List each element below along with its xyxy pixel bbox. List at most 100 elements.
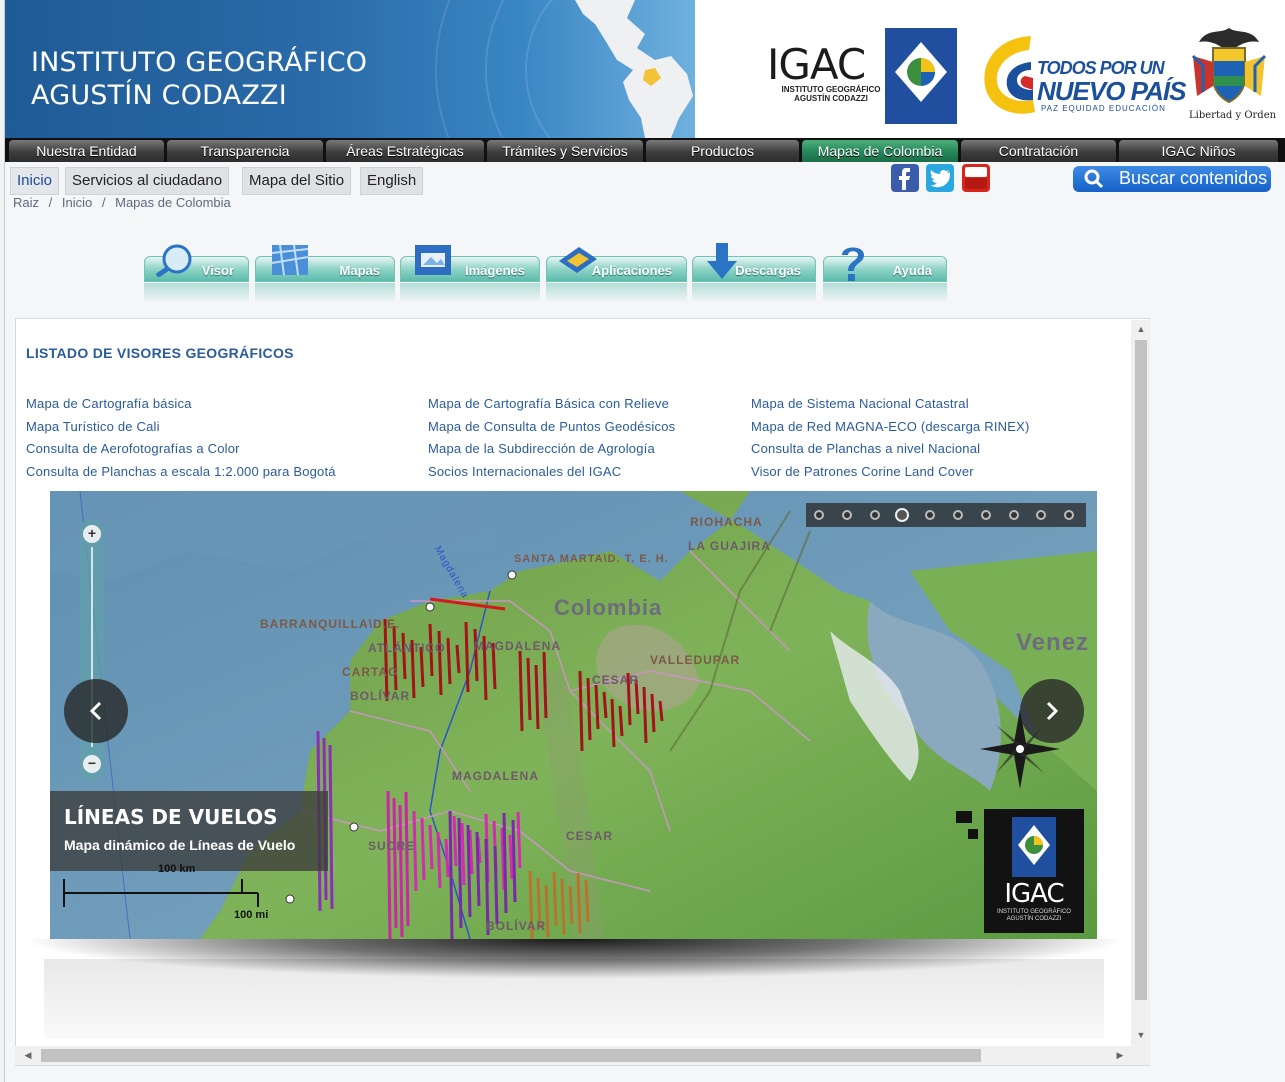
section-aplicaciones-button[interactable]: Aplicaciones xyxy=(546,247,687,303)
section-descargas-button[interactable]: Descargas xyxy=(692,243,816,303)
flight-line xyxy=(642,686,648,744)
section-imagenes-button[interactable]: Imágenes xyxy=(400,245,540,303)
listing-column-1: Mapa de Cartografía básica Mapa Turístic… xyxy=(26,393,336,483)
scroll-up-icon[interactable]: ▲ xyxy=(1135,322,1147,336)
flight-line xyxy=(475,831,481,907)
image-slider[interactable]: RIOHACHA LA GUAJIRA SANTA MARTA\D. T. E.… xyxy=(50,491,1097,939)
viewer-link[interactable]: Consulta de Aerofotografías a Color xyxy=(26,438,336,461)
campaign-logo[interactable]: TODOS POR UN NUEVO PAÍS PAZ EQUIDAD EDUC… xyxy=(979,32,1186,118)
slide-caption: LÍNEAS DE VUELOS Mapa dinámico de Líneas… xyxy=(50,791,328,871)
flight-line xyxy=(584,879,590,923)
flight-line xyxy=(446,637,452,685)
slide-dot[interactable] xyxy=(895,508,910,522)
flight-line xyxy=(544,884,550,938)
viewer-link[interactable]: Socios Internacionales del IGAC xyxy=(428,461,675,484)
nav-item-productos[interactable]: Productos xyxy=(646,140,799,162)
browser-page: INSTITUTO GEOGRÁFICO AGUSTÍN CODAZZI IGA… xyxy=(4,0,1285,1082)
scroll-right-icon[interactable]: ▶ xyxy=(1113,1048,1127,1062)
flight-line xyxy=(650,693,656,733)
flight-line xyxy=(404,791,410,927)
nav-item-igac-ninos[interactable]: IGAC Niños xyxy=(1119,140,1278,162)
nav-item-mapas-de-colombia[interactable]: Mapas de Colombia xyxy=(802,140,958,162)
horizontal-scrollbar[interactable]: ◀ ▶ xyxy=(15,1046,1150,1065)
search-button[interactable]: Buscar contenidos xyxy=(1073,166,1271,192)
viewer-link[interactable]: Consulta de Planchas a nivel Nacional xyxy=(751,438,1030,461)
slide-dot[interactable] xyxy=(869,510,880,520)
flight-line xyxy=(473,628,479,682)
facebook-icon[interactable] xyxy=(891,164,919,192)
slide-title[interactable]: LÍNEAS DE VUELOS xyxy=(64,805,277,829)
header-banner: INSTITUTO GEOGRÁFICO AGUSTÍN CODAZZI IGA… xyxy=(5,0,1285,138)
map-label-valledupar: VALLEDUPAR xyxy=(650,653,741,667)
flight-line xyxy=(401,632,407,680)
igac-logo[interactable]: IGAC INSTITUTO GEOGRÁFICO AGUSTÍN CODAZZ… xyxy=(767,28,957,124)
breadcrumb-raiz[interactable]: Raiz xyxy=(13,195,39,210)
flight-line xyxy=(618,705,624,737)
slide-dot[interactable] xyxy=(980,510,991,520)
flight-line xyxy=(392,625,398,691)
map-label-bolivar-bottom: BOLÍVAR xyxy=(486,919,547,933)
nav-item-areas-estrategicas[interactable]: Áreas Estratégicas xyxy=(326,140,484,162)
sub-link-servicios[interactable]: Servicios al ciudadano xyxy=(65,167,230,195)
nav-item-contratacion[interactable]: Contratación xyxy=(961,140,1116,162)
flight-line xyxy=(594,684,600,730)
flight-line xyxy=(658,700,664,722)
flight-line xyxy=(586,677,592,741)
slider-next-button[interactable] xyxy=(1020,679,1084,743)
slide-pagination xyxy=(806,503,1086,527)
breadcrumb-current[interactable]: Mapas de Colombia xyxy=(115,195,231,210)
viewer-link[interactable]: Mapa de Cartografía Básica con Relieve xyxy=(428,393,675,416)
zoom-in-button[interactable]: + xyxy=(83,525,101,543)
viewer-link[interactable]: Mapa de Sistema Nacional Catastral xyxy=(751,393,1030,416)
igac-logo-subtitle: INSTITUTO GEOGRÁFICO AGUSTÍN CODAZZI xyxy=(781,85,881,103)
viewer-link[interactable]: Mapa de Consulta de Puntos Geodésicos xyxy=(428,416,675,439)
viewer-link[interactable]: Visor de Patrones Corine Land Cover xyxy=(751,461,1030,484)
slide-dot[interactable] xyxy=(814,510,824,520)
viewer-link[interactable]: Mapa de la Subdirección de Agrología xyxy=(428,438,675,461)
nav-item-tramites[interactable]: Trámites y Servicios xyxy=(487,140,643,162)
scroll-down-icon[interactable]: ▼ xyxy=(1135,1028,1147,1042)
slider-prev-button[interactable] xyxy=(64,679,128,743)
section-mapas-button[interactable]: Mapas xyxy=(255,244,395,303)
sub-link-mapa-sitio[interactable]: Mapa del Sitio xyxy=(242,167,352,195)
section-visor-button[interactable]: Visor xyxy=(144,244,249,303)
sub-link-inicio[interactable]: Inicio xyxy=(10,167,60,195)
sub-link-english[interactable]: English xyxy=(360,167,424,195)
slide-dot[interactable] xyxy=(841,510,852,520)
viewer-link[interactable]: Mapa de Red MAGNA-ECO (descarga RINEX) xyxy=(751,416,1030,439)
youtube-icon[interactable] xyxy=(962,164,990,192)
nav-item-transparencia[interactable]: Transparencia xyxy=(167,140,323,162)
coat-of-arms[interactable]: Libertad y Orden xyxy=(1189,26,1277,126)
viewer-link[interactable]: Mapa Turístico de Cali xyxy=(26,416,336,439)
vertical-scroll-thumb[interactable] xyxy=(1135,340,1147,1000)
twitter-icon[interactable] xyxy=(926,164,954,192)
scroll-left-icon[interactable]: ◀ xyxy=(21,1048,35,1062)
slide-dot[interactable] xyxy=(925,510,936,520)
breadcrumb-inicio[interactable]: Inicio xyxy=(62,195,92,210)
listing-title: LISTADO DE VISORES GEOGRÁFICOS xyxy=(26,345,294,361)
map-label-magdalena-mid: MAGDALENA xyxy=(452,769,539,783)
flight-line xyxy=(526,657,532,721)
zoom-out-button[interactable]: − xyxy=(83,755,101,773)
nav-item-nuestra-entidad[interactable]: Nuestra Entidad xyxy=(9,140,164,162)
slide-subtitle[interactable]: Mapa dinámico de Líneas de Vuelo xyxy=(64,837,295,853)
viewer-link[interactable]: Consulta de Planchas a escala 1:2.000 pa… xyxy=(26,461,336,484)
site-title[interactable]: INSTITUTO GEOGRÁFICO AGUSTÍN CODAZZI xyxy=(31,46,367,112)
flight-line xyxy=(568,885,574,925)
slide-dot[interactable] xyxy=(1036,510,1047,520)
map-label-sucre: SUCRE xyxy=(368,839,416,853)
coat-of-arms-motto: Libertad y Orden xyxy=(1189,110,1277,121)
flight-line xyxy=(508,834,514,880)
slide-dot[interactable] xyxy=(1008,510,1019,520)
vertical-scrollbar[interactable]: ▲ ▼ xyxy=(1131,320,1150,1046)
section-ayuda-button[interactable]: Ayuda xyxy=(823,247,947,303)
viewer-link[interactable]: Mapa de Cartografía básica xyxy=(26,393,336,416)
map-icon xyxy=(271,244,309,276)
main-nav: Nuestra Entidad Transparencia Áreas Estr… xyxy=(5,138,1285,162)
slide-dot[interactable] xyxy=(1064,510,1075,520)
section-mapas-label: Mapas xyxy=(339,263,380,278)
flight-line xyxy=(552,871,558,927)
campaign-line3: PAZ EQUIDAD EDUCACIÓN xyxy=(1041,104,1166,113)
slide-dot[interactable] xyxy=(953,510,963,520)
horizontal-scroll-thumb[interactable] xyxy=(41,1049,981,1062)
